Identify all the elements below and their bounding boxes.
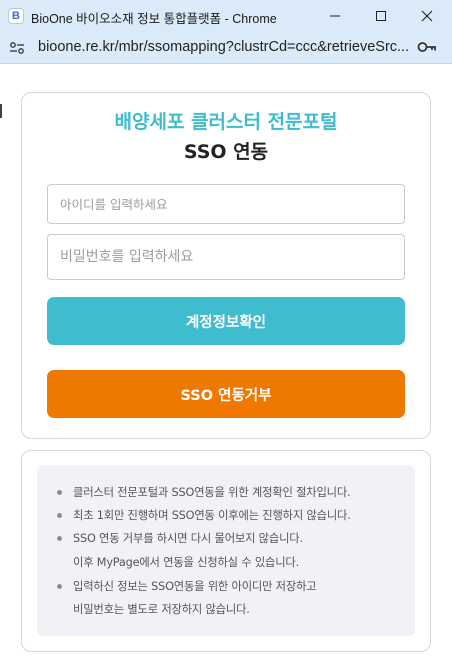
bullet-icon <box>57 584 62 589</box>
bullet-icon <box>57 513 62 518</box>
notice-item: 이후 MyPage에서 연동을 신청하실 수 있습니다. <box>73 556 300 569</box>
minimize-icon <box>330 15 340 17</box>
close-icon <box>421 10 433 22</box>
password-input[interactable] <box>47 234 405 280</box>
app-icon: B <box>8 8 24 24</box>
window-title-bar: B BioOne 바이오소재 정보 통합플랫폼 - Chrome <box>0 0 452 32</box>
bullet-icon <box>57 490 62 495</box>
notice-item: 비밀번호는 별도로 저장하지 않습니다. <box>73 603 250 616</box>
toolbar-divider <box>0 63 452 64</box>
close-button[interactable] <box>404 0 450 32</box>
notice-item: 입력하신 정보는 SSO연동을 위한 아이디만 저장하고 <box>73 580 317 593</box>
id-input[interactable] <box>47 184 405 224</box>
sso-title: SSO 연동 <box>183 141 269 163</box>
confirm-account-button[interactable]: 계정정보확인 <box>47 297 405 345</box>
window-title: BioOne 바이오소재 정보 통합플랫폼 - Chrome <box>31 12 277 26</box>
site-info-icon[interactable] <box>8 39 26 57</box>
notice-item: SSO 연동 거부를 하시면 다시 물어보지 않습니다. <box>73 532 303 545</box>
maximize-button[interactable] <box>358 0 404 32</box>
url-field[interactable]: bioone.re.kr/mbr/ssomapping?clustrCd=ccc… <box>38 39 408 55</box>
key-icon[interactable] <box>417 40 437 54</box>
notice-item: 최초 1회만 진행하며 SSO연동 이후에는 진행하지 않습니다. <box>73 509 351 522</box>
portal-title: 배양세포 클러스터 전문포털 <box>114 111 338 133</box>
refuse-sso-button[interactable]: SSO 연동거부 <box>47 370 405 418</box>
bullet-icon <box>57 536 62 541</box>
minimize-button[interactable] <box>312 0 358 32</box>
maximize-icon <box>376 11 386 21</box>
notice-item: 클러스터 전문포털과 SSO연동을 위한 계정확인 절차입니다. <box>73 486 351 499</box>
